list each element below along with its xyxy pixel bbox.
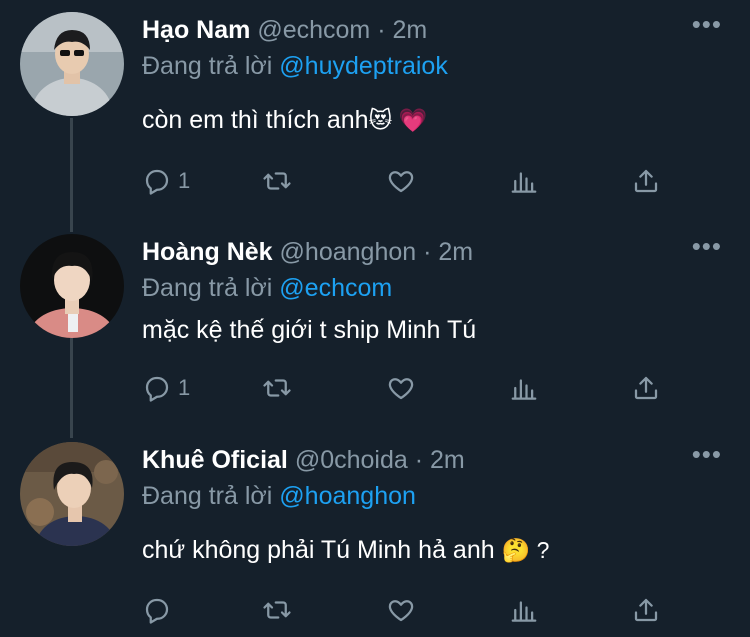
tweet-emojis: 😻 💗: [368, 107, 428, 133]
tweet-header: Khuê Oficial @0choida · 2m: [142, 444, 465, 476]
like-button[interactable]: [386, 163, 416, 199]
replying-prefix: Đang trả lời: [142, 482, 273, 510]
share-icon: [634, 376, 658, 400]
share-button[interactable]: [631, 592, 661, 628]
display-name[interactable]: Hạo Nam: [142, 16, 250, 44]
action-bar: 1: [0, 163, 750, 199]
action-bar: 1: [0, 370, 750, 406]
share-button[interactable]: [631, 370, 661, 406]
reply-button[interactable]: [142, 592, 178, 628]
analytics-button[interactable]: [509, 592, 539, 628]
mention-link[interactable]: @echcom: [279, 274, 392, 302]
separator-dot: ·: [423, 238, 432, 266]
more-icon[interactable]: •••: [692, 11, 722, 37]
display-name[interactable]: Hoàng Nèk: [142, 238, 273, 266]
replying-to: Đang trả lời @hoanghon: [142, 480, 416, 512]
timestamp[interactable]: 2m: [430, 446, 465, 474]
separator-dot: ·: [414, 446, 424, 474]
analytics-icon: [511, 379, 537, 400]
reply-icon: [145, 169, 169, 195]
timestamp[interactable]: 2m: [438, 238, 473, 266]
retweet-button[interactable]: [262, 592, 292, 628]
like-button[interactable]: [386, 370, 416, 406]
user-handle[interactable]: @0choida: [295, 446, 408, 474]
tweet[interactable]: Khuê Oficial @0choida · 2m ••• Đang trả …: [0, 430, 750, 637]
reply-count: 1: [178, 168, 191, 193]
mention-link[interactable]: @hoanghon: [279, 482, 416, 510]
analytics-button[interactable]: [509, 163, 539, 199]
like-icon: [388, 600, 414, 622]
reply-icon: [145, 376, 169, 402]
reply-button[interactable]: 1: [142, 163, 190, 199]
like-icon: [388, 378, 414, 400]
analytics-icon: [511, 601, 537, 622]
tweet-text-body: mặc kệ thế giới t ship Minh Tú: [142, 316, 477, 344]
user-handle[interactable]: @hoanghon: [280, 238, 417, 266]
more-icon[interactable]: •••: [692, 233, 722, 259]
like-button[interactable]: [386, 592, 416, 628]
separator-dot: ·: [377, 16, 386, 44]
tweet-text-body: chứ không phải Tú Minh hả anh: [142, 536, 495, 564]
tweet-text-body: còn em thì thích anh: [142, 106, 369, 134]
retweet-icon: [263, 601, 291, 619]
replying-prefix: Đang trả lời: [142, 274, 273, 302]
avatar[interactable]: [20, 234, 124, 338]
reply-button[interactable]: 1: [142, 370, 190, 406]
action-bar: [0, 592, 750, 628]
replying-prefix: Đang trả lời: [142, 52, 273, 80]
tweet[interactable]: Hoàng Nèk @hoanghon · 2m ••• Đang trả lờ…: [0, 222, 750, 432]
more-icon[interactable]: •••: [692, 441, 722, 467]
tweet[interactable]: Hạo Nam @echcom · 2m ••• Đang trả lời @h…: [0, 0, 750, 210]
tweet-text: còn em thì thích anh😻 💗: [142, 104, 428, 136]
retweet-icon: [263, 172, 291, 190]
tweet-emojis: 🤔 ?: [501, 537, 550, 563]
share-button[interactable]: [631, 163, 661, 199]
display-name[interactable]: Khuê Oficial: [142, 446, 288, 474]
user-handle[interactable]: @echcom: [257, 16, 370, 44]
replying-to: Đang trả lời @huydeptraiok: [142, 50, 448, 82]
tweet-text: chứ không phải Tú Minh hả anh 🤔 ?: [142, 534, 549, 566]
reply-icon: [145, 598, 169, 624]
replying-to: Đang trả lời @echcom: [142, 272, 392, 304]
avatar[interactable]: [20, 12, 124, 116]
retweet-icon: [263, 379, 291, 397]
tweet-header: Hoàng Nèk @hoanghon · 2m: [142, 236, 473, 268]
timestamp[interactable]: 2m: [392, 16, 427, 44]
tweet-header: Hạo Nam @echcom · 2m: [142, 14, 427, 46]
reply-count: 1: [178, 375, 191, 400]
analytics-button[interactable]: [509, 370, 539, 406]
retweet-button[interactable]: [262, 370, 292, 406]
analytics-icon: [511, 172, 537, 193]
avatar[interactable]: [20, 442, 124, 546]
tweet-text: mặc kệ thế giới t ship Minh Tú: [142, 314, 476, 346]
share-icon: [634, 598, 658, 622]
mention-link[interactable]: @huydeptraiok: [279, 52, 448, 80]
retweet-button[interactable]: [262, 163, 292, 199]
share-icon: [634, 169, 658, 193]
like-icon: [388, 171, 414, 193]
